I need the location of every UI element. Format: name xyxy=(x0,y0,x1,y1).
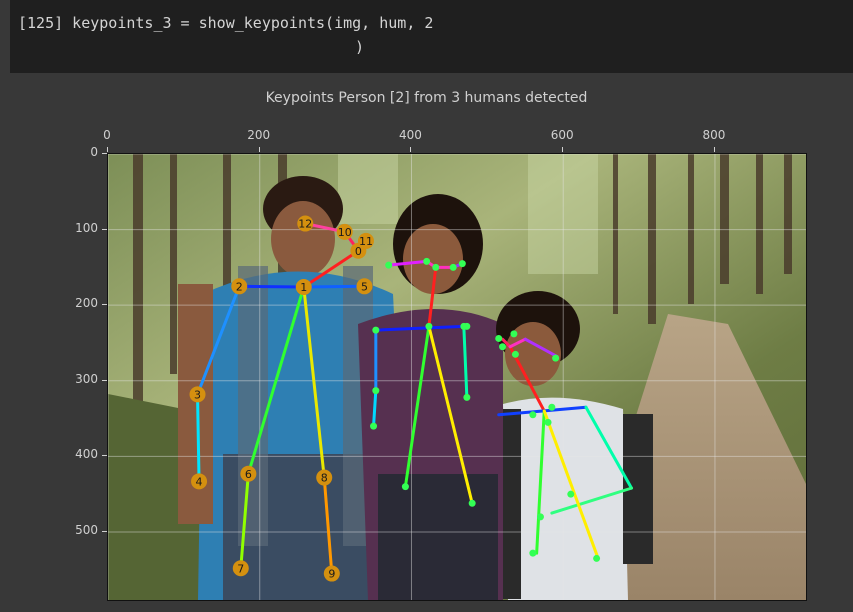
other-skeleton-joint xyxy=(423,257,431,265)
other-skeleton-joint xyxy=(593,554,601,562)
y-tick-label: 0 xyxy=(90,145,98,159)
other-skeleton-joint xyxy=(463,322,471,330)
other-skeleton-joint xyxy=(511,350,519,358)
code-line-2: ) xyxy=(355,38,365,56)
other-skeleton-joint xyxy=(510,330,518,338)
keypoint-label: 5 xyxy=(361,280,368,293)
other-skeleton-joint xyxy=(458,260,466,268)
keypoint-label: 10 xyxy=(338,226,352,239)
x-tick-mark xyxy=(107,147,108,152)
keypoint-marker: 8 xyxy=(316,469,333,486)
y-tick-label: 400 xyxy=(75,447,98,462)
other-skeleton-joint xyxy=(536,513,544,521)
skeleton-bone xyxy=(302,284,366,289)
other-skeleton-joint xyxy=(544,418,552,426)
keypoint-label: 7 xyxy=(237,562,244,575)
x-tick-mark xyxy=(713,147,715,152)
other-skeleton-joint xyxy=(372,326,380,334)
skeleton-bone xyxy=(237,284,306,289)
keypoint-label: 8 xyxy=(321,472,328,485)
other-skeleton-joint xyxy=(499,343,507,351)
x-tick-label: 800 xyxy=(702,128,726,142)
keypoint-marker: 7 xyxy=(232,560,249,577)
skeleton-bone xyxy=(196,392,201,483)
other-skeleton-joint xyxy=(370,422,378,430)
other-skeleton-joint xyxy=(567,490,575,498)
other-skeleton-joint xyxy=(529,549,537,557)
keypoint-label: 2 xyxy=(236,280,243,293)
y-tick-label: 500 xyxy=(75,522,98,537)
plot-axes: 0 1 2 3 4 5 6 7 8 9 10 11 12 xyxy=(107,153,807,601)
keypoint-marker: 12 xyxy=(297,215,314,232)
photo-image: 0123456789101112 xyxy=(108,154,806,600)
x-tick-mark xyxy=(562,147,564,152)
other-skeleton-joint xyxy=(449,263,457,271)
code-cell[interactable]: [125] keypoints_3 = show_keypoints(img, … xyxy=(10,0,853,73)
keypoint-marker: 2 xyxy=(231,278,248,295)
keypoint-marker: 11 xyxy=(357,232,374,249)
keypoint-marker: 10 xyxy=(336,223,353,240)
other-skeleton-joint xyxy=(385,261,393,269)
x-tick-label: 0 xyxy=(103,128,111,142)
y-tick-label: 300 xyxy=(75,371,98,386)
other-skeleton-joint xyxy=(495,334,503,342)
x-tick-mark xyxy=(258,147,260,152)
other-skeleton-joint xyxy=(463,393,471,401)
keypoint-label: 9 xyxy=(328,568,335,581)
y-tick-label: 200 xyxy=(75,296,98,311)
keypoint-label: 11 xyxy=(359,235,373,248)
x-tick-mark xyxy=(410,147,412,152)
keypoint-marker: 9 xyxy=(323,565,340,582)
y-tick-label: 100 xyxy=(75,220,98,235)
other-skeleton-joint xyxy=(432,263,440,271)
keypoint-marker: 6 xyxy=(240,465,257,482)
keypoint-marker: 5 xyxy=(356,278,373,295)
other-skeleton-joint xyxy=(468,499,476,507)
other-skeleton-joint xyxy=(552,354,560,362)
other-skeleton-joint xyxy=(401,483,409,491)
keypoint-label: 1 xyxy=(300,281,307,294)
x-tick-label: 200 xyxy=(247,128,271,142)
other-skeleton-joint xyxy=(529,411,537,419)
other-skeleton-joint xyxy=(425,322,433,330)
keypoint-marker: 3 xyxy=(189,386,206,403)
code-line-1: [125] keypoints_3 = show_keypoints(img, … xyxy=(18,14,434,32)
keypoint-marker: 4 xyxy=(191,473,208,490)
plot-title: Keypoints Person [2] from 3 humans detec… xyxy=(265,90,588,106)
keypoint-label: 12 xyxy=(298,218,312,231)
keypoint-label: 4 xyxy=(196,475,203,488)
other-skeleton-joint xyxy=(548,403,556,411)
keypoint-label: 3 xyxy=(194,388,201,401)
other-skeleton-joint xyxy=(372,387,380,395)
x-tick-label: 600 xyxy=(550,128,574,142)
keypoint-marker: 1 xyxy=(295,279,312,296)
x-tick-label: 400 xyxy=(399,128,422,142)
keypoint-label: 6 xyxy=(245,468,252,481)
